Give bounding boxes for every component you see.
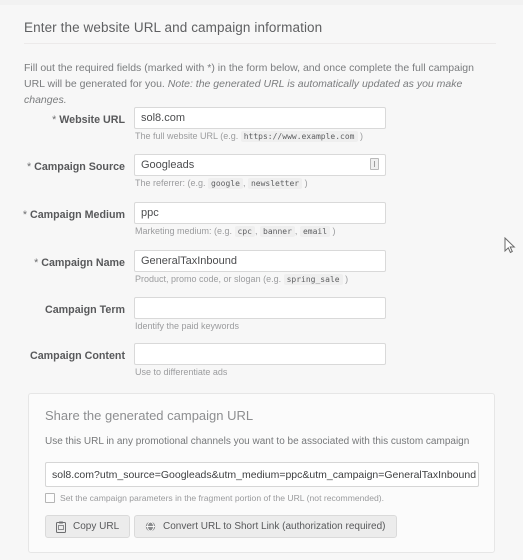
fragment-option-row[interactable]: Set the campaign parameters in the fragm… [45,493,384,503]
hint-code-example-2: newsletter [247,178,303,189]
hint-text: The referrer: (e.g. [135,178,209,188]
autocomplete-icon[interactable] [370,158,379,170]
campaign-name-input[interactable] [134,250,386,272]
label-campaign-name: * Campaign Name [0,257,125,269]
campaign-term-input[interactable] [134,297,386,319]
campaign-content-input[interactable] [134,343,386,365]
fragment-checkbox-label: Set the campaign parameters in the fragm… [60,493,385,503]
website-url-input[interactable] [134,107,386,129]
form-row-campaign-content: Campaign Content Use to differentiate ad… [0,342,523,388]
form-row-campaign-medium: *Campaign Medium Marketing medium: (e.g.… [0,201,523,247]
hint-code-example: spring_sale [283,274,343,285]
campaign-url-builder-page: Enter the website URL and campaign infor… [0,5,523,560]
globe-icon [145,521,156,532]
hint-code-example-2: banner [260,226,295,237]
hint-tail: ) [302,178,308,188]
mouse-cursor [504,236,516,254]
hint-campaign-medium: Marketing medium: (e.g. cpc, banner, ema… [135,226,336,237]
label-campaign-medium: * Campaign Medium [0,209,125,221]
label-text: Campaign Content [30,350,125,362]
campaign-source-input[interactable] [134,154,386,176]
hint-text: Identify the paid keywords [135,321,240,331]
hint-code-example: cpc [234,226,255,237]
hint-website-url: The full website URL (e.g. https://www.e… [135,131,363,142]
label-campaign-term: Campaign Term [0,304,125,316]
hint-campaign-content: Use to differentiate ads [135,367,227,377]
hint-tail: ) [357,131,363,141]
label-website-url: * Website URL [0,114,125,126]
copy-url-button[interactable]: Copy URL [45,515,131,538]
form-row-campaign-term: Campaign Term Identify the paid keywords [0,296,523,342]
label-campaign-content: Campaign Content [0,350,125,362]
form-row-campaign-name: *Campaign Name Product, promo code, or s… [0,249,523,295]
hint-code-example: google [208,178,243,189]
hint-campaign-name: Product, promo code, or slogan (e.g. spr… [135,274,349,285]
label-campaign-source: * Campaign Source [0,161,125,173]
hint-campaign-source: The referrer: (e.g. google, newsletter ) [135,178,308,189]
label-text: Website URL [59,114,125,126]
page-title: Enter the website URL and campaign infor… [24,20,323,35]
intro-paragraph: Fill out the required fields (marked wit… [24,60,492,108]
generated-url-textarea[interactable] [45,462,479,487]
label-text: Campaign Name [41,257,125,269]
convert-short-link-label: Convert URL to Short Link (authorization… [163,521,386,532]
heading-divider [24,43,496,44]
form-row-campaign-source: *Campaign Source The referrer: (e.g. goo… [0,153,523,199]
required-asterisk: * [26,161,32,173]
label-text: Campaign Medium [29,209,125,221]
label-text: Campaign Term [45,304,125,316]
form-row-website-url: *Website URL The full website URL (e.g. … [0,106,523,152]
hint-tail: ) [342,274,349,284]
campaign-medium-input[interactable] [134,202,386,224]
share-panel-title: Share the generated campaign URL [45,408,254,423]
hint-text: Product, promo code, or slogan (e.g. [135,274,284,284]
fragment-checkbox[interactable] [45,493,55,503]
hint-tail: ) [330,226,336,236]
hint-text: Use to differentiate ads [135,367,228,377]
label-text: Campaign Source [34,161,125,173]
share-panel-subtitle: Use this URL in any promotional channels… [45,436,470,447]
copy-url-label: Copy URL [73,521,120,532]
hint-campaign-term: Identify the paid keywords [135,321,239,331]
hint-code-example: https://www.example.com [240,131,358,142]
share-generated-url-panel: Share the generated campaign URL Use thi… [28,393,495,553]
required-asterisk: * [52,114,57,126]
convert-short-link-button[interactable]: Convert URL to Short Link (authorization… [134,515,397,538]
required-asterisk: * [34,257,39,269]
required-asterisk: * [22,209,27,221]
hint-text: The full website URL (e.g. [135,131,241,141]
hint-text: Marketing medium: (e.g. [135,226,235,236]
clipboard-icon [56,521,66,533]
hint-code-example-3: email [299,226,331,237]
